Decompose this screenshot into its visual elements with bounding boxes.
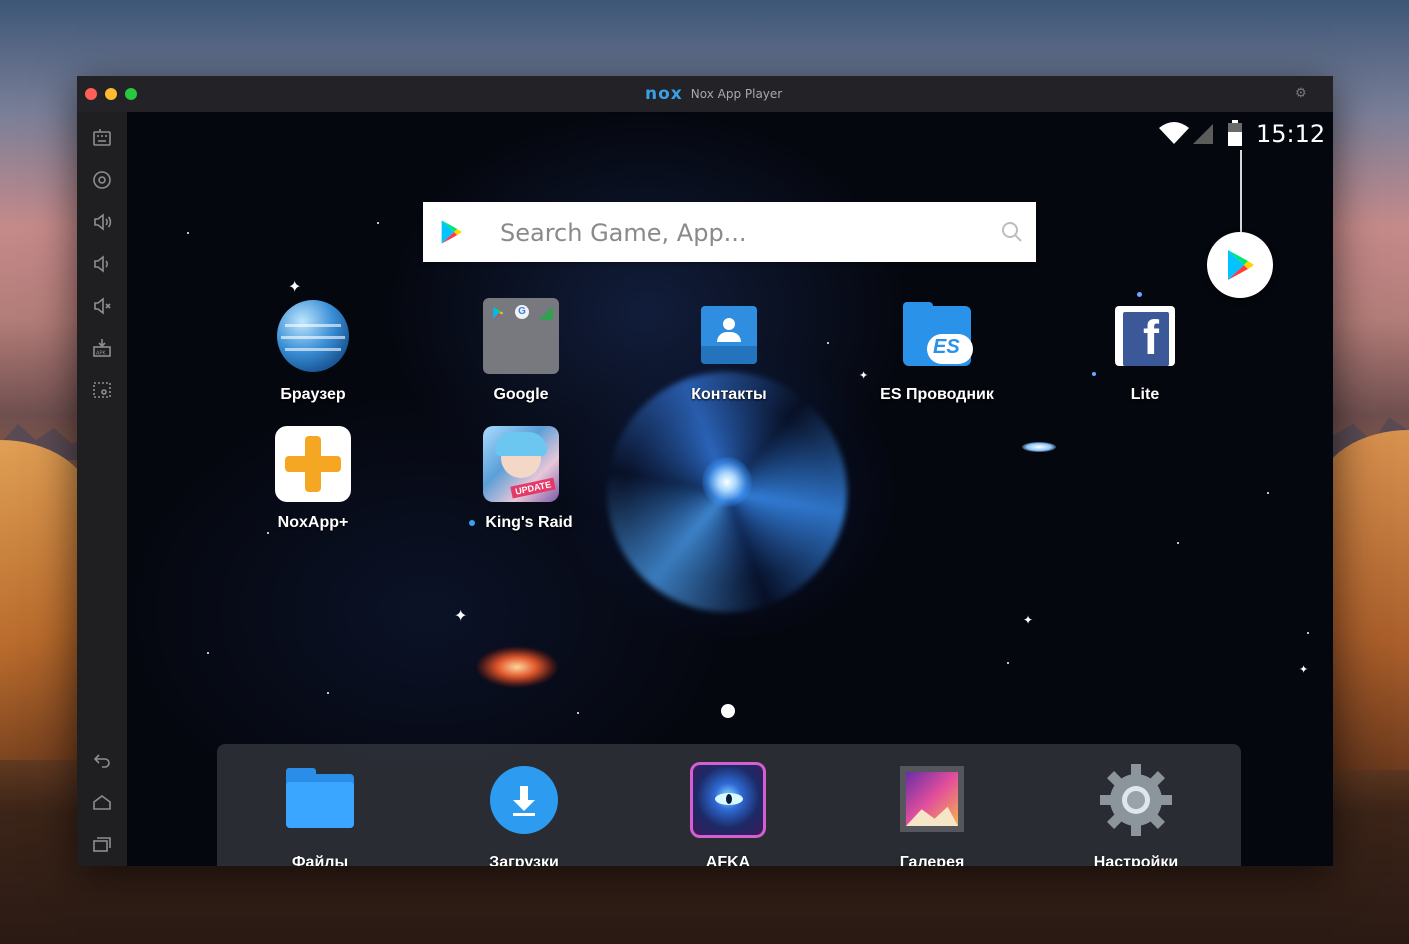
mute-icon[interactable] xyxy=(90,294,114,318)
svg-text:APK: APK xyxy=(96,351,106,357)
sparkle: ✦ xyxy=(1299,664,1309,676)
location-icon[interactable] xyxy=(90,168,114,192)
app-label-text: King's Raid xyxy=(485,514,573,531)
globe-icon xyxy=(275,298,351,374)
star xyxy=(577,712,579,714)
app-facebook-lite[interactable]: f Lite xyxy=(1070,298,1220,404)
star xyxy=(827,342,829,344)
star xyxy=(327,692,329,694)
play-store-icon xyxy=(441,220,462,244)
app-contacts[interactable]: Контакты xyxy=(654,298,804,404)
keyboard-icon[interactable] xyxy=(90,126,114,150)
contacts-icon xyxy=(691,298,767,374)
app-label: ES Проводник xyxy=(880,386,994,403)
download-icon xyxy=(486,762,562,838)
android-home-screen[interactable]: ✦ ✦ ✦ ✦ ✦ 15:12 Search Game, App... Брау… xyxy=(127,112,1333,866)
app-label: AFKA xyxy=(705,854,751,866)
close-window-button[interactable] xyxy=(85,88,97,100)
app-label: Загрузки xyxy=(489,854,559,866)
app-noxapp-plus[interactable]: NoxApp+ xyxy=(238,426,388,532)
app-dock: Файлы Загрузки AFKA Галерея Настройки xyxy=(217,744,1241,866)
window-title: Nox App Player xyxy=(690,87,783,101)
app-label: NoxApp+ xyxy=(277,514,349,531)
star xyxy=(1267,492,1269,494)
dock-app-settings[interactable]: Настройки xyxy=(1061,762,1211,866)
page-indicator-dot[interactable] xyxy=(721,704,735,718)
sparkle: ✦ xyxy=(1023,613,1034,627)
wallpaper-galaxy-core xyxy=(702,457,752,507)
star xyxy=(207,652,209,654)
apk-install-icon[interactable]: APK xyxy=(90,336,114,360)
play-store-button[interactable] xyxy=(1207,232,1273,298)
back-icon[interactable] xyxy=(90,748,114,772)
app-es-explorer[interactable]: ES ES Проводник xyxy=(862,298,1012,404)
app-label: Галерея xyxy=(899,854,965,866)
afka-game-icon xyxy=(690,762,766,838)
maximize-window-button[interactable] xyxy=(125,88,137,100)
search-input[interactable] xyxy=(498,215,982,251)
recent-apps-icon[interactable] xyxy=(90,832,114,856)
status-clock: 15:12 xyxy=(1256,120,1326,148)
app-label: Браузер xyxy=(280,386,346,403)
es-explorer-icon: ES xyxy=(899,298,975,374)
app-label: Google xyxy=(493,386,549,403)
screen-record-icon[interactable] xyxy=(90,378,114,402)
volume-up-icon[interactable] xyxy=(90,210,114,234)
settings-gear-icon xyxy=(1098,762,1174,838)
volume-down-icon[interactable] xyxy=(90,252,114,276)
dock-app-downloads[interactable]: Загрузки xyxy=(449,762,599,866)
window-title-group: nox Nox App Player xyxy=(645,84,783,104)
new-app-dot-indicator xyxy=(469,519,476,526)
emulator-sidebar: APK xyxy=(77,112,127,866)
star xyxy=(267,532,269,534)
home-icon[interactable] xyxy=(90,790,114,814)
window-titlebar[interactable]: nox Nox App Player ⚙ xyxy=(77,76,1333,112)
wallpaper-nebula xyxy=(477,647,557,687)
cell-signal-icon xyxy=(1193,124,1213,144)
battery-icon xyxy=(1228,120,1242,146)
app-kings-raid[interactable]: UPDATE King's Raid xyxy=(446,426,596,532)
google-folder-icon: G xyxy=(483,298,559,374)
gallery-icon xyxy=(894,762,970,838)
star xyxy=(1307,632,1309,634)
notification-pull-line xyxy=(1240,150,1242,232)
wifi-icon xyxy=(1159,122,1189,144)
wallpaper-comet xyxy=(1022,442,1056,452)
app-browser[interactable]: Браузер xyxy=(238,298,388,404)
app-label: Lite xyxy=(1130,386,1160,403)
nox-logo: nox xyxy=(645,84,683,104)
window-settings-gear-icon[interactable]: ⚙ xyxy=(1295,86,1309,100)
noxapp-plus-icon xyxy=(275,426,351,502)
star xyxy=(187,232,189,234)
star xyxy=(1007,662,1009,664)
dock-app-files[interactable]: Файлы xyxy=(245,762,395,866)
dock-app-gallery[interactable]: Галерея xyxy=(857,762,1007,866)
search-icon[interactable] xyxy=(1000,220,1024,244)
sparkle: ✦ xyxy=(288,279,302,296)
app-label: Настройки xyxy=(1093,854,1179,866)
app-search-bar[interactable] xyxy=(423,202,1036,262)
app-label: King's Raid xyxy=(446,514,596,532)
folder-icon xyxy=(282,762,358,838)
star xyxy=(377,222,379,224)
app-label: Файлы xyxy=(291,854,349,866)
app-label: Контакты xyxy=(691,386,767,403)
play-store-icon xyxy=(1228,250,1254,280)
sparkle: ✦ xyxy=(454,608,468,625)
facebook-lite-icon: f xyxy=(1107,298,1183,374)
kings-raid-icon: UPDATE xyxy=(483,426,559,502)
minimize-window-button[interactable] xyxy=(105,88,117,100)
app-google-folder[interactable]: G Google xyxy=(446,298,596,404)
star xyxy=(1137,292,1142,297)
nox-app-player-window: nox Nox App Player ⚙ APK ✦ ✦ ✦ ✦ ✦ 15:12… xyxy=(77,76,1333,866)
dock-app-afka[interactable]: AFKA xyxy=(653,762,803,866)
star xyxy=(1177,542,1179,544)
